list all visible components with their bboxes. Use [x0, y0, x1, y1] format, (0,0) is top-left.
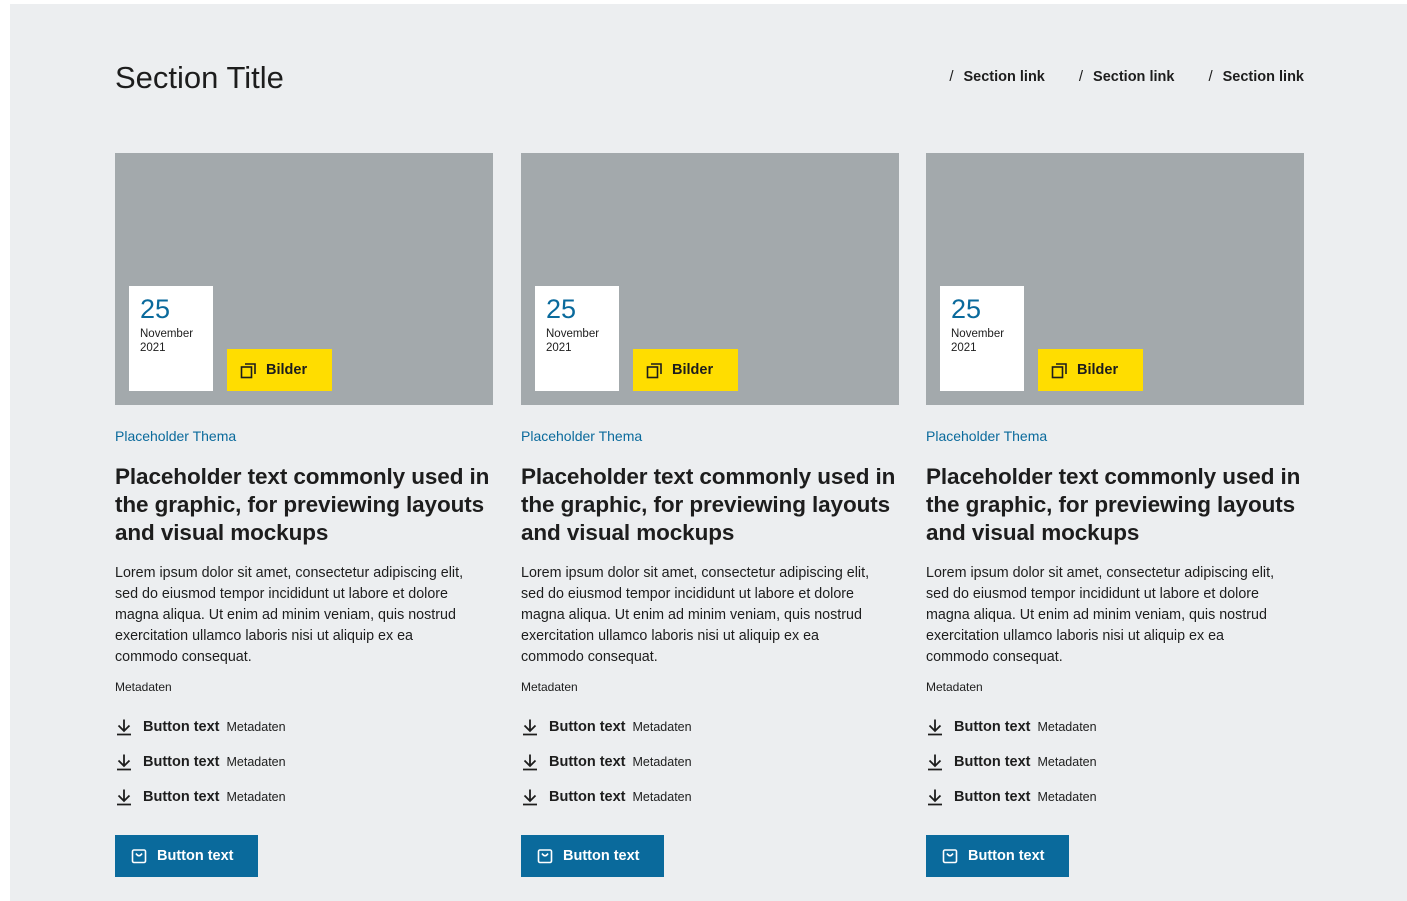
card-body: Lorem ipsum dolor sit amet, consectetur … — [521, 565, 870, 665]
download-icon — [928, 719, 942, 735]
download-icon — [117, 719, 131, 735]
date-box: 25 November 2021 — [940, 286, 1024, 391]
gallery-icon — [240, 362, 256, 378]
shopping-bag-icon — [942, 849, 958, 864]
download-meta: Metadaten — [632, 754, 692, 769]
gallery-badge-label: Bilder — [1077, 362, 1119, 378]
gallery-badge-label: Bilder — [266, 362, 308, 378]
download-label: Button text — [143, 788, 220, 805]
card-headline[interactable]: Placeholder text commonly used in the gr… — [926, 463, 1304, 547]
download-button[interactable]: Button text Metadaten — [115, 779, 493, 814]
gallery-icon — [1051, 362, 1067, 378]
section-link-label: Section link — [963, 69, 1045, 85]
card-metadata: Metadaten — [926, 680, 983, 694]
download-list: Button text Metadaten Button text Metada… — [521, 709, 899, 814]
card-metadata: Metadaten — [521, 680, 578, 694]
date-box: 25 November 2021 — [535, 286, 619, 391]
download-icon — [523, 789, 537, 805]
download-meta: Metadaten — [1037, 789, 1097, 804]
section-link-label: Section link — [1093, 69, 1175, 85]
gallery-icon — [646, 362, 662, 378]
section-link-2[interactable]: / Section link — [1078, 68, 1175, 86]
slash-icon: / — [1208, 68, 1213, 85]
date-year: 2021 — [951, 342, 977, 354]
section-link-3[interactable]: / Section link — [1208, 68, 1304, 86]
section-title: Section Title — [115, 60, 284, 95]
topic-link[interactable]: Placeholder Thema — [521, 428, 899, 444]
teaser-card: 25 November 2021 Bilder Placeholder Them… — [926, 153, 1304, 877]
date-day: 25 — [951, 294, 982, 324]
download-meta: Metadaten — [632, 719, 692, 734]
slash-icon: / — [1078, 68, 1084, 85]
download-label: Button text — [954, 788, 1031, 805]
download-button[interactable]: Button text Metadaten — [521, 709, 899, 744]
topic-link[interactable]: Placeholder Thema — [115, 428, 493, 444]
card-metadata: Metadaten — [115, 680, 172, 694]
download-icon — [928, 789, 942, 805]
download-label: Button text — [549, 753, 626, 770]
section-links: / Section link / Section link / Section … — [949, 68, 1304, 86]
download-button[interactable]: Button text Metadaten — [115, 744, 493, 779]
download-button[interactable]: Button text Metadaten — [521, 779, 899, 814]
cta-button[interactable]: Button text — [521, 835, 664, 877]
card-headline[interactable]: Placeholder text commonly used in the gr… — [521, 463, 899, 547]
download-list: Button text Metadaten Button text Metada… — [115, 709, 493, 814]
download-meta: Metadaten — [226, 754, 286, 769]
download-meta: Metadaten — [226, 719, 286, 734]
download-button[interactable]: Button text Metadaten — [521, 744, 899, 779]
download-meta: Metadaten — [1037, 719, 1097, 734]
teaser-card: 25 November 2021 Bilder Placeholder Them… — [521, 153, 899, 877]
date-day: 25 — [546, 294, 577, 324]
slash-icon: / — [949, 68, 954, 85]
shopping-bag-icon — [131, 849, 147, 864]
download-list: Button text Metadaten Button text Metada… — [926, 709, 1304, 814]
date-month: November — [546, 328, 600, 340]
download-icon — [117, 789, 131, 805]
download-label: Button text — [549, 718, 626, 735]
download-label: Button text — [954, 753, 1031, 770]
card-image[interactable]: 25 November 2021 Bilder — [926, 153, 1304, 405]
download-button[interactable]: Button text Metadaten — [926, 779, 1304, 814]
card-body: Lorem ipsum dolor sit amet, consectetur … — [115, 565, 464, 665]
download-label: Button text — [954, 718, 1031, 735]
download-button[interactable]: Button text Metadaten — [926, 709, 1304, 744]
cta-button[interactable]: Button text — [926, 835, 1069, 877]
cta-label: Button text — [157, 848, 234, 864]
teaser-section: Section Title / Section link / Section l… — [10, 4, 1407, 901]
cta-label: Button text — [968, 848, 1045, 864]
card-headline[interactable]: Placeholder text commonly used in the gr… — [115, 463, 493, 547]
topic-link[interactable]: Placeholder Thema — [926, 428, 1304, 444]
section-link-label: Section link — [1222, 69, 1304, 85]
date-year: 2021 — [546, 342, 572, 354]
download-icon — [523, 754, 537, 770]
date-month: November — [140, 328, 194, 340]
cta-label: Button text — [563, 848, 640, 864]
date-month: November — [951, 328, 1005, 340]
download-icon — [928, 754, 942, 770]
cta-button[interactable]: Button text — [115, 835, 258, 877]
download-button[interactable]: Button text Metadaten — [115, 709, 493, 744]
date-box: 25 November 2021 — [129, 286, 213, 391]
download-label: Button text — [143, 753, 220, 770]
download-label: Button text — [143, 718, 220, 735]
card-body: Lorem ipsum dolor sit amet, consectetur … — [926, 565, 1275, 665]
download-meta: Metadaten — [226, 789, 286, 804]
download-meta: Metadaten — [1037, 754, 1097, 769]
section-link-1[interactable]: / Section link — [949, 68, 1045, 86]
gallery-badge[interactable]: Bilder — [1038, 349, 1143, 391]
gallery-badge[interactable]: Bilder — [633, 349, 738, 391]
gallery-badge-label: Bilder — [672, 362, 714, 378]
card-image[interactable]: 25 November 2021 Bilder — [115, 153, 493, 405]
teaser-card: 25 November 2021 Bilder Placeholder Them… — [115, 153, 493, 877]
date-year: 2021 — [140, 342, 166, 354]
download-meta: Metadaten — [632, 789, 692, 804]
gallery-badge[interactable]: Bilder — [227, 349, 332, 391]
download-icon — [523, 719, 537, 735]
download-label: Button text — [549, 788, 626, 805]
download-icon — [117, 754, 131, 770]
shopping-bag-icon — [537, 849, 553, 864]
download-button[interactable]: Button text Metadaten — [926, 744, 1304, 779]
date-day: 25 — [140, 294, 171, 324]
card-image[interactable]: 25 November 2021 Bilder — [521, 153, 899, 405]
